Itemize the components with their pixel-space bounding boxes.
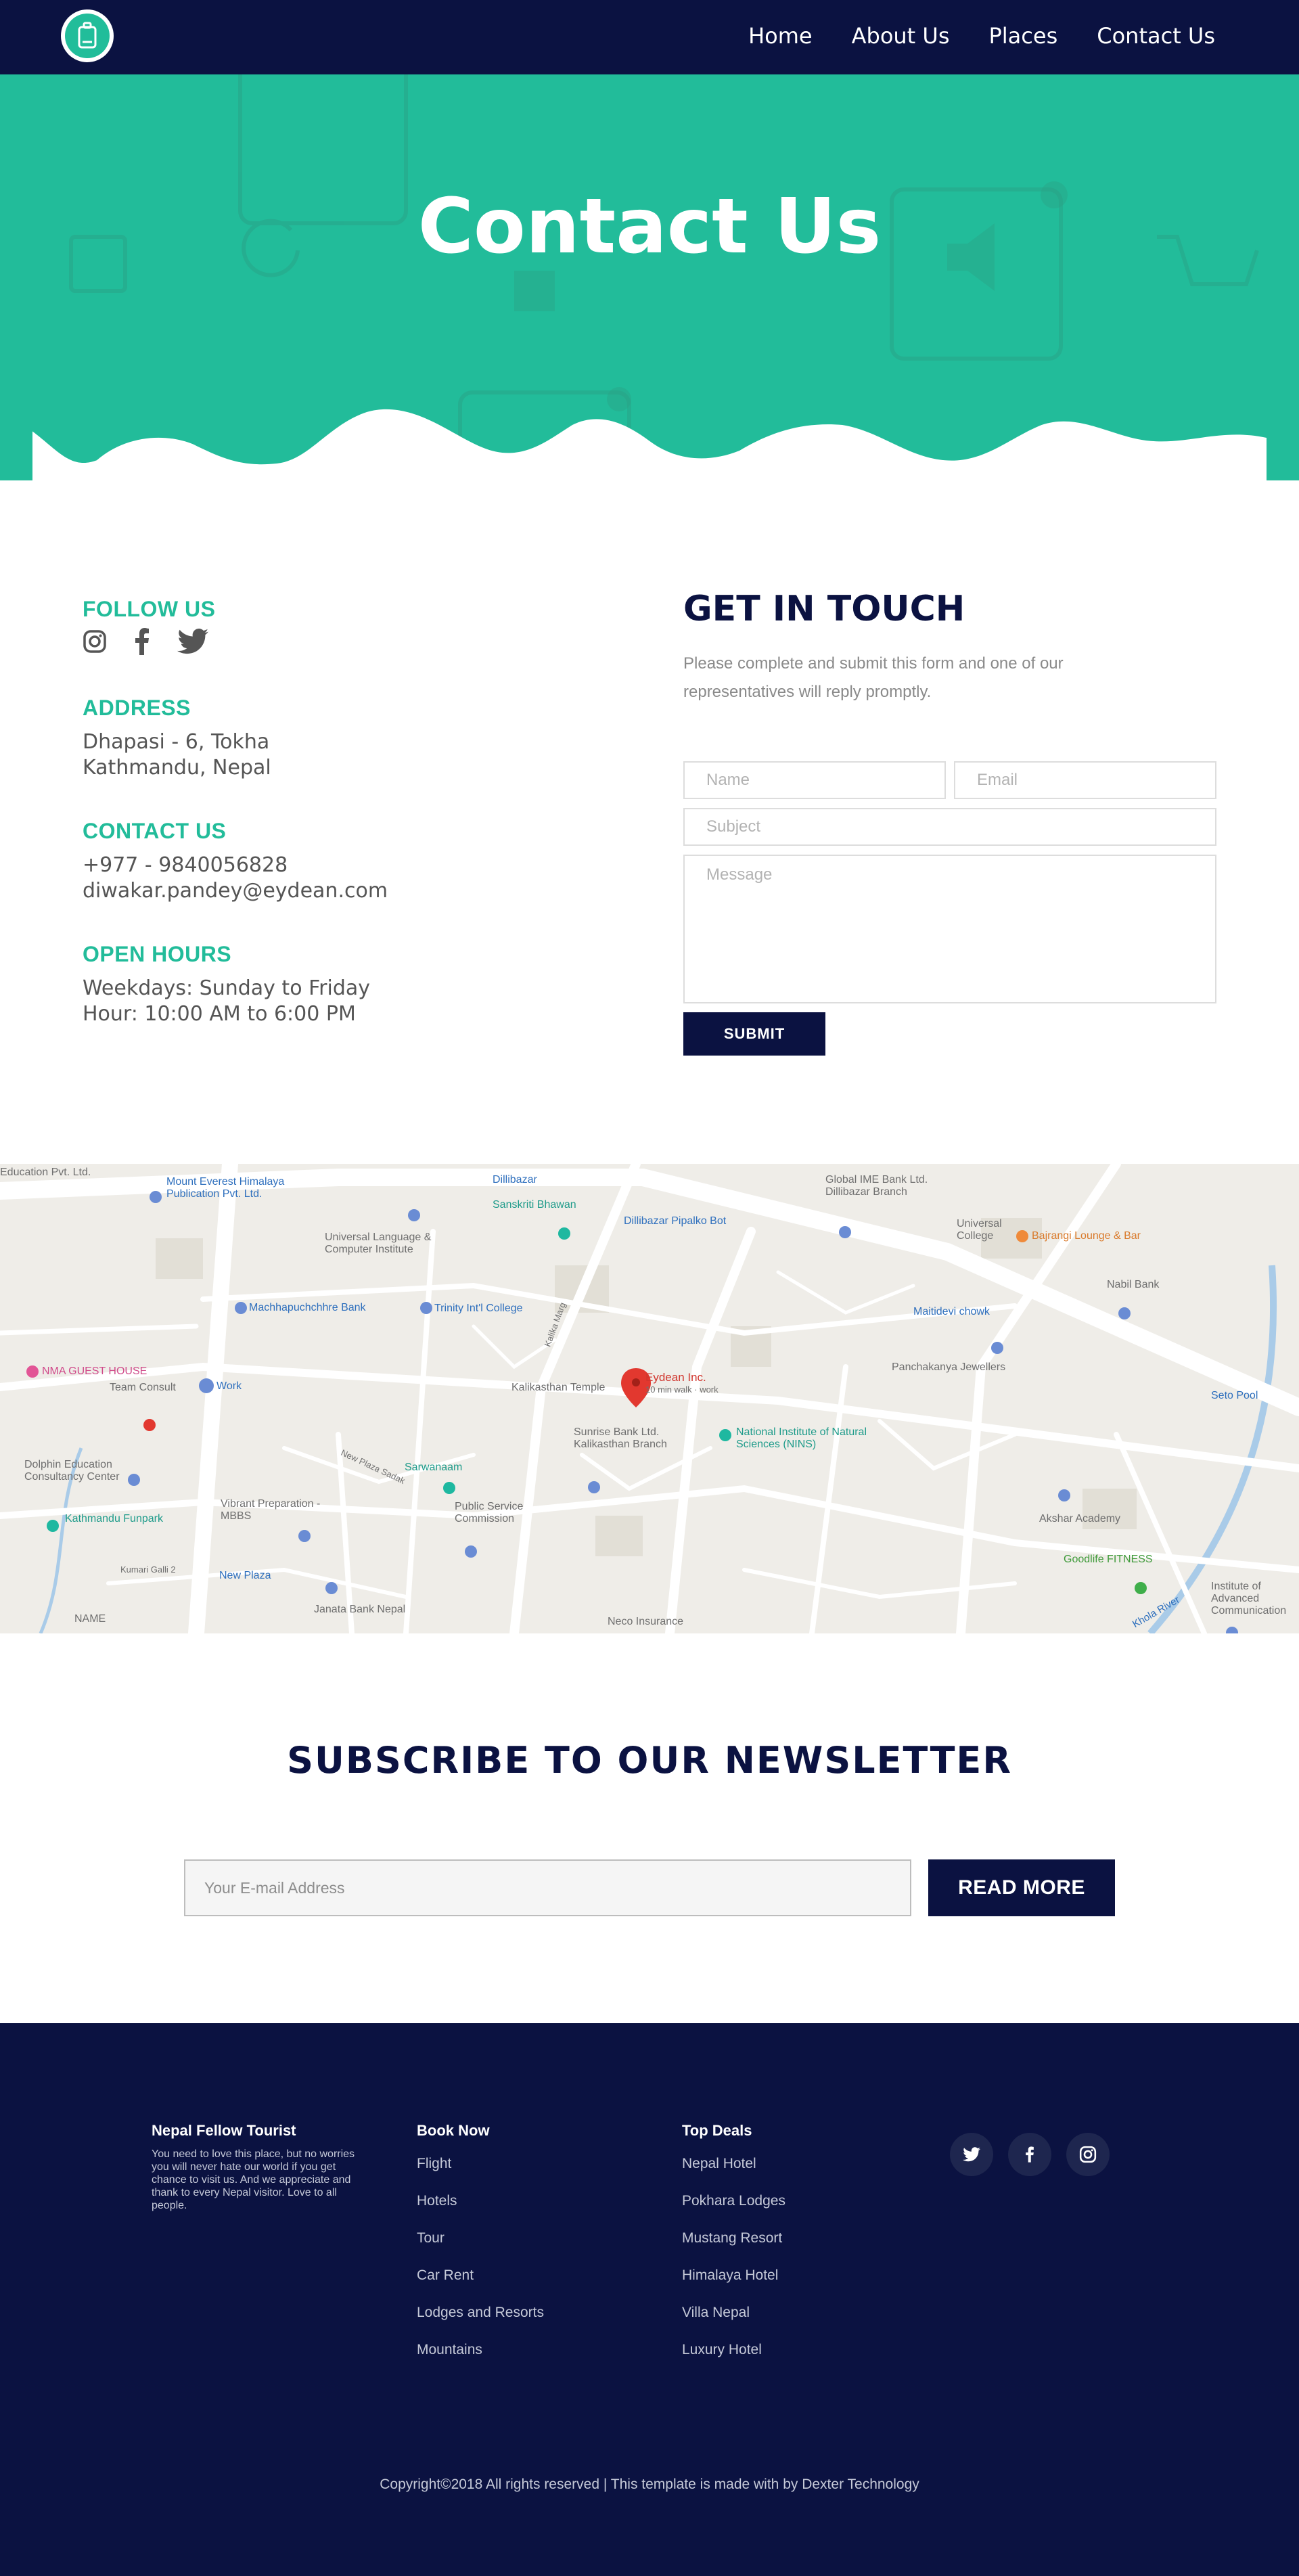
map-place-label: Kathmandu Funpark <box>65 1513 163 1524</box>
footer-link-hotels[interactable]: Hotels <box>417 2193 544 2230</box>
map-place-label: Kalikasthan Temple <box>511 1382 606 1393</box>
map-place-label: National Institute of Natural Sciences (… <box>736 1426 867 1450</box>
address-line-2: Kathmandu, Nepal <box>83 756 271 779</box>
nav-about-us[interactable]: About Us <box>852 23 950 49</box>
hours-time: Hour: 10:00 AM to 6:00 PM <box>83 1002 356 1026</box>
address-label: ADDRESS <box>83 696 191 720</box>
subject-field[interactable] <box>683 808 1216 846</box>
map-place-label: Team Consult <box>110 1382 176 1393</box>
twitter-icon[interactable] <box>950 2133 993 2176</box>
open-hours-label: OPEN HOURS <box>83 942 232 966</box>
submit-button[interactable]: SUBMIT <box>683 1012 825 1056</box>
footer-link-tour[interactable]: Tour <box>417 2230 544 2267</box>
hours-days: Weekdays: Sunday to Friday <box>83 976 371 1000</box>
map-place-label: Global IME Bank Ltd. Dillibazar Branch <box>825 1174 928 1198</box>
address-text: Dhapasi - 6, Tokha Kathmandu, Nepal <box>83 729 271 781</box>
map-place-label: Universal Language & Computer Institute <box>325 1231 432 1255</box>
get-in-touch-title: GET IN TOUCH <box>683 589 965 629</box>
follow-us-label: FOLLOW US <box>83 597 216 621</box>
form-description: Please complete and submit this form and… <box>683 654 1064 701</box>
map-place-label: Sunrise Bank Ltd. Kalikasthan Branch <box>574 1426 667 1450</box>
map-place-label: Sarwanaam <box>405 1462 463 1473</box>
footer-link-car-rent[interactable]: Car Rent <box>417 2267 544 2305</box>
footer-brand-text: You need to love this place, but no worr… <box>152 2148 355 2211</box>
map-place-label: Panchakanya Jewellers <box>892 1361 1006 1373</box>
location-map[interactable]: Education Pvt. Ltd. Mount Everest Himala… <box>0 1164 1299 1633</box>
map-place-label: Dillibazar <box>493 1174 537 1185</box>
map-place-label: Sanskriti Bhawan <box>493 1199 576 1211</box>
footer-book-now-title: Book Now <box>417 2122 490 2139</box>
footer-social-links <box>950 2133 1110 2176</box>
map-place-label: NMA GUEST HOUSE <box>42 1365 147 1377</box>
map-place-label: Maitidevi chowk <box>913 1306 990 1317</box>
map-place-label: Public Service Commission <box>455 1501 524 1524</box>
footer-top-deals-list: Nepal Hotel Pokhara Lodges Mustang Resor… <box>682 2156 785 2379</box>
footer-link-pokhara-lodges[interactable]: Pokhara Lodges <box>682 2193 785 2230</box>
social-links <box>83 628 208 655</box>
map-road-label: Kumari Galli 2 <box>120 1564 176 1575</box>
page-title: Contact Us <box>417 183 882 271</box>
twitter-icon[interactable] <box>177 629 208 654</box>
email-address[interactable]: diwakar.pandey@eydean.com <box>83 878 388 904</box>
message-field[interactable] <box>683 855 1216 1003</box>
read-more-button[interactable]: READ MORE <box>928 1859 1115 1916</box>
suitcase-icon <box>65 14 110 58</box>
copyright-text: Copyright©2018 All rights reserved | Thi… <box>380 2477 919 2492</box>
instagram-icon[interactable] <box>83 629 107 654</box>
map-marker-label[interactable]: Eydean Inc. <box>645 1371 706 1384</box>
footer-link-mountains[interactable]: Mountains <box>417 2342 544 2379</box>
map-place-label: Mount Everest Himalaya Publication Pvt. … <box>166 1176 285 1200</box>
nav-contact-us[interactable]: Contact Us <box>1097 23 1215 49</box>
email-field[interactable] <box>954 761 1216 799</box>
address-line-1: Dhapasi - 6, Tokha <box>83 730 270 754</box>
newsletter-title: SUBSCRIBE TO OUR NEWSLETTER <box>287 1739 1012 1782</box>
map-place-label: Dolphin Education Consultancy Center <box>24 1459 120 1483</box>
facebook-icon[interactable] <box>1008 2133 1051 2176</box>
open-hours-text: Weekdays: Sunday to Friday Hour: 10:00 A… <box>83 976 370 1027</box>
map-place-label: Dillibazar Pipalko Bot <box>624 1215 727 1227</box>
nav-home[interactable]: Home <box>748 23 813 49</box>
top-navbar: Home About Us Places Contact Us <box>0 0 1299 74</box>
map-place-label: Trinity Int'l College <box>434 1303 523 1314</box>
footer-link-nepal-hotel[interactable]: Nepal Hotel <box>682 2156 785 2193</box>
map-place-label: New Plaza <box>219 1570 271 1581</box>
hero-wave-divider <box>32 409 1267 528</box>
footer-link-mustang-resort[interactable]: Mustang Resort <box>682 2230 785 2267</box>
map-marker-sublabel: 10 min walk · work <box>645 1384 719 1395</box>
map-place-label: Work <box>216 1380 242 1392</box>
map-place-label: Education Pvt. Ltd. <box>0 1167 91 1178</box>
nav-places[interactable]: Places <box>988 23 1057 49</box>
map-place-label: Neco Insurance <box>608 1616 684 1627</box>
map-place-label: Seto Pool <box>1211 1390 1258 1401</box>
footer-top-deals-title: Top Deals <box>682 2122 752 2139</box>
footer: Nepal Fellow Tourist You need to love th… <box>0 2023 1299 2576</box>
logo[interactable] <box>61 9 114 62</box>
nav-links: Home About Us Places Contact Us <box>748 23 1215 49</box>
instagram-icon[interactable] <box>1066 2133 1110 2176</box>
contact-us-label: CONTACT US <box>83 819 227 843</box>
footer-brand-title: Nepal Fellow Tourist <box>152 2122 296 2139</box>
map-place-label: NAME <box>74 1613 106 1625</box>
footer-link-villa-nepal[interactable]: Villa Nepal <box>682 2305 785 2342</box>
footer-link-flight[interactable]: Flight <box>417 2156 544 2193</box>
map-place-label: Goodlife FITNESS <box>1064 1554 1153 1565</box>
map-place-label: Bajrangi Lounge & Bar <box>1032 1230 1141 1242</box>
map-place-label: Machhapuchchhre Bank <box>249 1302 366 1313</box>
map-place-label: Janata Bank Nepal <box>314 1604 406 1615</box>
map-place-label: Universal College <box>957 1218 1002 1242</box>
map-place-label: Institute of Advanced Communication <box>1211 1581 1287 1617</box>
facebook-icon[interactable] <box>134 628 150 655</box>
contact-text: +977 - 9840056828 diwakar.pandey@eydean.… <box>83 853 388 904</box>
footer-link-luxury-hotel[interactable]: Luxury Hotel <box>682 2342 785 2379</box>
map-place-label: Akshar Academy <box>1039 1513 1121 1524</box>
newsletter-email-input[interactable] <box>184 1859 911 1916</box>
footer-link-himalaya-hotel[interactable]: Himalaya Hotel <box>682 2267 785 2305</box>
name-field[interactable] <box>683 761 946 799</box>
footer-link-lodges-resorts[interactable]: Lodges and Resorts <box>417 2305 544 2342</box>
phone-number[interactable]: +977 - 9840056828 <box>83 853 388 878</box>
footer-book-now-list: Flight Hotels Tour Car Rent Lodges and R… <box>417 2156 544 2379</box>
map-place-label: Vibrant Preparation - MBBS <box>221 1498 321 1522</box>
map-place-label: Nabil Bank <box>1107 1279 1160 1290</box>
